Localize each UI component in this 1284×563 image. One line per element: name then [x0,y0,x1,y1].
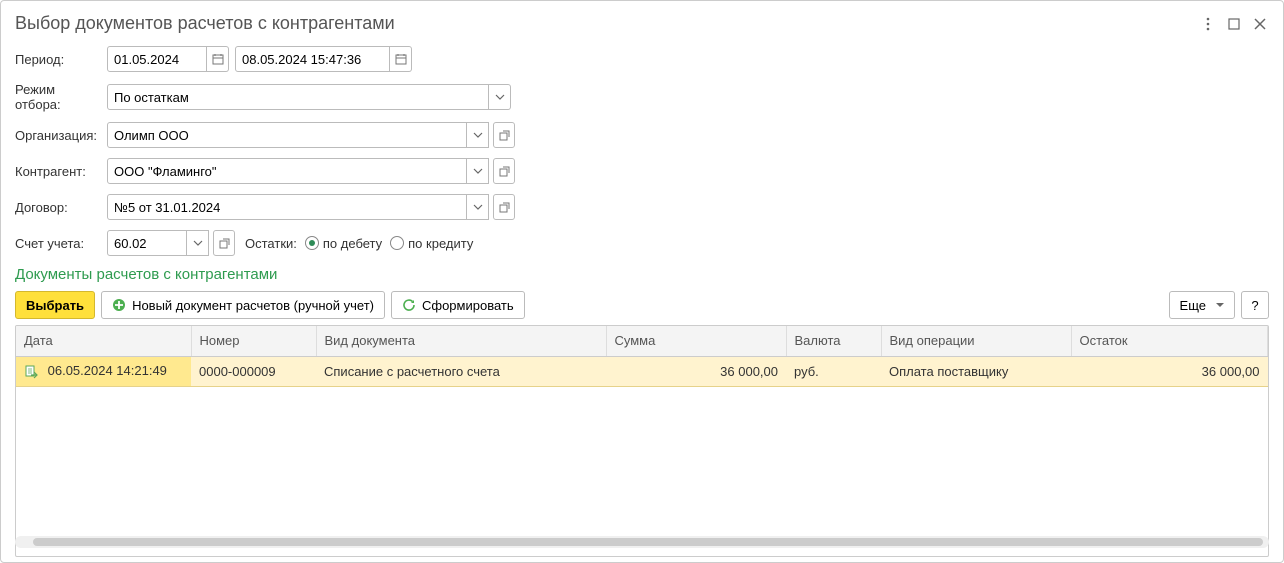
more-label: Еще [1180,298,1206,313]
date-to-input[interactable] [235,46,390,72]
horizontal-scrollbar[interactable] [15,536,1269,548]
open-external-icon[interactable] [493,122,515,148]
documents-table-wrap: Дата Номер Вид документа Сумма Валюта Ви… [15,325,1269,557]
org-label: Организация: [15,128,107,143]
col-date[interactable]: Дата [16,326,191,356]
cell-date: 06.05.2024 14:21:49 [16,356,191,386]
counterparty-field [107,158,515,184]
document-icon [24,365,38,379]
maximize-icon[interactable] [1225,15,1243,33]
calendar-icon[interactable] [207,46,229,72]
col-balance[interactable]: Остаток [1071,326,1268,356]
new-doc-button[interactable]: Новый документ расчетов (ручной учет) [101,291,385,319]
toolbar: Выбрать Новый документ расчетов (ручной … [15,291,1269,319]
generate-label: Сформировать [422,298,514,313]
section-heading: Документы расчетов с контрагентами [15,266,1269,283]
kebab-menu-icon[interactable] [1199,15,1217,33]
date-from-input[interactable] [107,46,207,72]
contract-label: Договор: [15,200,107,215]
account-input[interactable] [107,230,187,256]
col-op-type[interactable]: Вид операции [881,326,1071,356]
contract-field [107,194,515,220]
radio-icon [305,236,319,250]
new-doc-label: Новый документ расчетов (ручной учет) [132,298,374,313]
plus-circle-icon [112,298,126,312]
radio-credit-label: по кредиту [408,236,473,251]
cell-date-text: 06.05.2024 14:21:49 [48,363,167,378]
dialog-window: Выбор документов расчетов с контрагентам… [0,0,1284,563]
filter-mode-row: Режим отбора: [15,82,1269,112]
org-input[interactable] [107,122,467,148]
chevron-down-icon[interactable] [489,84,511,110]
chevron-down-icon[interactable] [467,158,489,184]
filter-mode-input[interactable] [107,84,489,110]
help-button[interactable]: ? [1241,291,1269,319]
cell-number: 0000-000009 [191,356,316,386]
cell-balance: 36 000,00 [1071,356,1268,386]
radio-debit[interactable]: по дебету [305,236,382,251]
select-button[interactable]: Выбрать [15,291,95,319]
open-external-icon[interactable] [493,194,515,220]
cell-doc-type: Списание с расчетного счета [316,356,606,386]
org-field [107,122,515,148]
counterparty-label: Контрагент: [15,164,107,179]
account-label: Счет учета: [15,236,107,251]
open-external-icon[interactable] [213,230,235,256]
contract-row: Договор: [15,194,1269,220]
counterparty-input[interactable] [107,158,467,184]
help-label: ? [1251,298,1258,313]
counterparty-row: Контрагент: [15,158,1269,184]
date-to-group [235,46,412,72]
table-row[interactable]: 06.05.2024 14:21:49 0000-000009 Списание… [16,356,1268,386]
col-number[interactable]: Номер [191,326,316,356]
cell-sum: 36 000,00 [606,356,786,386]
filter-mode-field [107,84,511,110]
org-row: Организация: [15,122,1269,148]
table-header-row: Дата Номер Вид документа Сумма Валюта Ви… [16,326,1268,356]
generate-button[interactable]: Сформировать [391,291,525,319]
window-controls [1199,15,1269,33]
chevron-down-icon[interactable] [187,230,209,256]
radio-icon [390,236,404,250]
more-button[interactable]: Еще [1169,291,1235,319]
filter-mode-label: Режим отбора: [15,82,107,112]
col-doc-type[interactable]: Вид документа [316,326,606,356]
calendar-icon[interactable] [390,46,412,72]
radio-credit[interactable]: по кредиту [390,236,473,251]
account-row: Счет учета: Остатки: по дебету по кредит… [15,230,1269,256]
open-external-icon[interactable] [493,158,515,184]
period-label: Период: [15,52,107,67]
refresh-icon [402,298,416,312]
titlebar: Выбор документов расчетов с контрагентам… [15,13,1269,34]
col-currency[interactable]: Валюта [786,326,881,356]
radio-debit-label: по дебету [323,236,382,251]
account-field [107,230,235,256]
balances-radio-group: Остатки: по дебету по кредиту [245,236,473,251]
toolbar-right: Еще ? [1169,291,1269,319]
cell-op-type: Оплата поставщику [881,356,1071,386]
select-button-label: Выбрать [26,298,84,313]
contract-input[interactable] [107,194,467,220]
balances-label: Остатки: [245,236,297,251]
chevron-down-icon[interactable] [467,122,489,148]
scrollbar-thumb[interactable] [33,538,1263,546]
period-row: Период: [15,46,1269,72]
cell-currency: руб. [786,356,881,386]
col-sum[interactable]: Сумма [606,326,786,356]
chevron-down-icon[interactable] [467,194,489,220]
date-from-group [107,46,229,72]
documents-table: Дата Номер Вид документа Сумма Валюта Ви… [16,326,1268,387]
window-title: Выбор документов расчетов с контрагентам… [15,13,395,34]
close-icon[interactable] [1251,15,1269,33]
